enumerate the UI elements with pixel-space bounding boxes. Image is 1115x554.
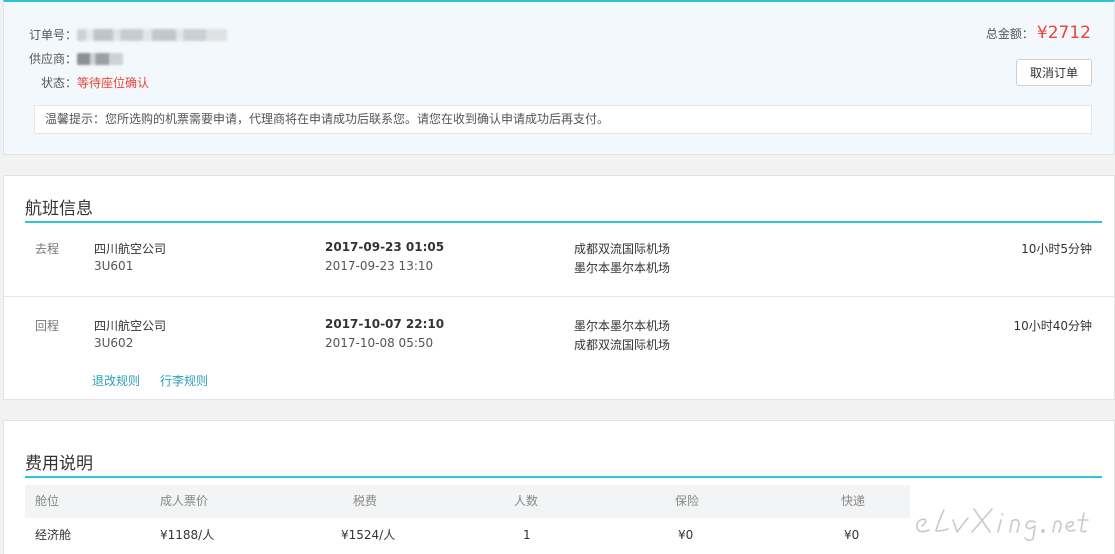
supplier-label: 供应商： bbox=[28, 52, 77, 66]
fee-col-adult-fare: 成人票价 bbox=[160, 494, 209, 508]
segment-arrival-airport: 墨尔本墨尔本机场 bbox=[574, 261, 671, 275]
segment-departure-airport: 成都双流国际机场 bbox=[574, 242, 671, 256]
segment-departure-time: 2017-10-07 22:10 bbox=[325, 317, 445, 331]
order-number-value-redacted bbox=[77, 29, 227, 41]
segment-arrival-time: 2017-09-23 13:10 bbox=[325, 259, 434, 273]
flight-info-title-underline bbox=[25, 221, 1102, 223]
order-number-row: 订单号： bbox=[4, 26, 227, 44]
flight-segment-return: 回程 四川航空公司 3U602 2017-10-07 22:10 2017-10… bbox=[4, 317, 1114, 377]
total-amount-label: 总金额： bbox=[985, 27, 1034, 41]
fee-info-title: 费用说明 bbox=[25, 454, 93, 474]
segment-arrival-airport: 成都双流国际机场 bbox=[574, 338, 671, 352]
fee-insurance-value: ¥0 bbox=[678, 528, 694, 542]
segment-duration: 10小时40分钟 bbox=[1013, 319, 1092, 333]
status-row: 状态： 等待座位确认 bbox=[4, 74, 149, 92]
total-amount-box: 总金额： ¥2712 bbox=[986, 23, 1091, 43]
segment-departure-time: 2017-09-23 01:05 bbox=[325, 240, 445, 254]
segment-departure-airport: 墨尔本墨尔本机场 bbox=[574, 319, 671, 333]
flight-segment-outbound: 去程 四川航空公司 3U601 2017-09-23 01:05 2017-09… bbox=[4, 240, 1114, 300]
fee-table-header: 舱位 成人票价 税费 人数 保险 快递 bbox=[25, 485, 910, 518]
fee-delivery-value: ¥0 bbox=[844, 528, 860, 542]
order-summary-panel: 订单号： 供应商： 状态： 等待座位确认 总金额： ¥2712 取消订单 温馨提… bbox=[3, 0, 1115, 155]
notice-tip: 温馨提示：您所选购的机票需要申请，代理商将在申请成功后联系您。请您在收到确认申请… bbox=[34, 105, 1092, 134]
order-number-label: 订单号： bbox=[28, 28, 77, 42]
table-row: 经济舱 ¥1188/人 ¥1524/人 1 ¥0 ¥0 bbox=[25, 518, 910, 554]
elvxing-logo-watermark-icon bbox=[916, 508, 1089, 542]
fee-col-tax: 税费 bbox=[353, 494, 378, 508]
fee-col-delivery: 快递 bbox=[841, 494, 866, 508]
fee-col-cabin: 舱位 bbox=[35, 494, 60, 508]
fee-cabin-value: 经济舱 bbox=[35, 528, 72, 542]
segment-divider bbox=[4, 296, 1114, 297]
baggage-rules-link[interactable]: 行李规则 bbox=[160, 372, 208, 389]
status-value: 等待座位确认 bbox=[77, 76, 150, 90]
segment-direction: 去程 bbox=[35, 242, 60, 256]
total-amount-value: ¥2712 bbox=[1036, 23, 1091, 43]
segment-airline: 四川航空公司 bbox=[94, 319, 167, 333]
segment-flight-number: 3U601 bbox=[94, 259, 134, 273]
segment-airline: 四川航空公司 bbox=[94, 242, 167, 256]
fee-info-title-underline bbox=[25, 476, 1102, 478]
segment-arrival-time: 2017-10-08 05:50 bbox=[325, 336, 434, 350]
cancel-order-button[interactable]: 取消订单 bbox=[1016, 59, 1092, 86]
fee-tax-value: ¥1524/人 bbox=[341, 528, 396, 542]
fee-col-insurance: 保险 bbox=[675, 494, 700, 508]
supplier-value-redacted bbox=[77, 53, 123, 65]
status-label: 状态： bbox=[40, 76, 77, 90]
fee-adult-fare-value: ¥1188/人 bbox=[160, 528, 215, 542]
fee-col-passengers: 人数 bbox=[514, 494, 539, 508]
flight-info-card: 航班信息 去程 四川航空公司 3U601 2017-09-23 01:05 20… bbox=[3, 175, 1115, 400]
segment-flight-number: 3U602 bbox=[94, 336, 134, 350]
fee-passengers-value: 1 bbox=[523, 528, 531, 542]
flight-info-title: 航班信息 bbox=[25, 199, 93, 219]
supplier-row: 供应商： bbox=[4, 50, 123, 68]
segment-direction: 回程 bbox=[35, 319, 60, 333]
change-refund-rules-link[interactable]: 退改规则 bbox=[92, 372, 140, 389]
segment-duration: 10小时5分钟 bbox=[1021, 242, 1092, 256]
